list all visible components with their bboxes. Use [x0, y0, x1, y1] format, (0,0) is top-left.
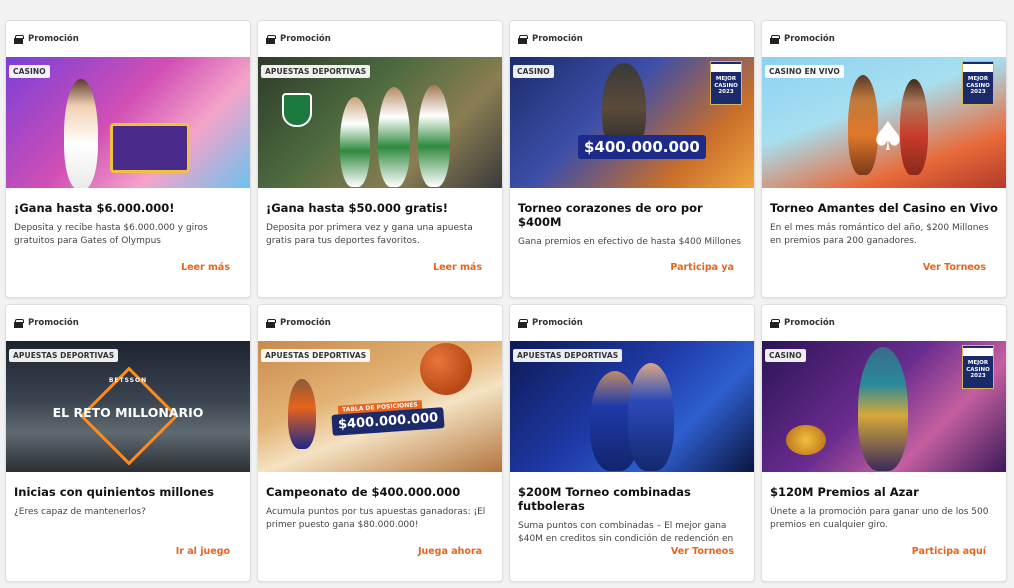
- gift-icon: [518, 318, 528, 328]
- card-description: ¿Eres capaz de mantenerlos?: [14, 506, 146, 517]
- card-description: Únete a la promoción para ganar uno de l…: [770, 506, 989, 531]
- promo-banner-image[interactable]: CASINO: [6, 57, 250, 188]
- card-header: Promoción: [762, 21, 1006, 57]
- award-badge: MEJOR CASINO 2023: [962, 345, 994, 389]
- promo-card[interactable]: Promoción ♠ MEJOR CASINO 2023 CASINO EN …: [761, 20, 1007, 298]
- gift-icon: [770, 318, 780, 328]
- participate-link[interactable]: Participa aquí: [912, 546, 986, 557]
- promo-card[interactable]: Promoción MEJOR CASINO 2023 CASINO $120M…: [761, 304, 1007, 582]
- hostess-figure: [64, 79, 98, 188]
- card-title: Torneo Amantes del Casino en Vivo: [770, 201, 998, 215]
- promo-label: Promoción: [280, 318, 331, 328]
- category-tag: APUESTAS DEPORTIVAS: [513, 349, 623, 362]
- card-header: Promoción: [510, 21, 754, 57]
- category-tag: CASINO: [9, 65, 50, 78]
- promo-banner-image[interactable]: $400.000.000 MEJOR CASINO 2023 CASINO: [510, 57, 754, 188]
- promo-banner-image[interactable]: APUESTAS DEPORTIVAS: [510, 341, 754, 472]
- award-badge: MEJOR CASINO 2023: [962, 61, 994, 105]
- banner-headline: EL RETO MILLONARIO: [52, 405, 204, 420]
- gift-icon: [518, 34, 528, 44]
- basketball-image: [420, 343, 472, 395]
- gift-icon: [14, 318, 24, 328]
- gift-icon: [266, 34, 276, 44]
- play-now-link[interactable]: Juega ahora: [418, 546, 482, 557]
- player-figure: [340, 97, 370, 187]
- category-tag: CASINO: [513, 65, 554, 78]
- participate-link[interactable]: Participa ya: [670, 262, 734, 273]
- card-title: Inicias con quinientos millones: [14, 485, 214, 499]
- gift-icon: [266, 318, 276, 328]
- promo-label: Promoción: [280, 34, 331, 44]
- card-header: Promoción: [258, 305, 502, 341]
- player-figure: [628, 363, 674, 471]
- promo-card[interactable]: Promoción CASINO ¡Gana hasta $6.000.000!…: [5, 20, 251, 298]
- card-header: Promoción: [762, 305, 1006, 341]
- category-tag: APUESTAS DEPORTIVAS: [261, 349, 371, 362]
- spade-icon: ♠: [870, 114, 906, 160]
- promo-label: Promoción: [532, 318, 583, 328]
- category-tag: CASINO EN VIVO: [765, 65, 844, 78]
- promo-banner-image[interactable]: ♠ MEJOR CASINO 2023 CASINO EN VIVO: [762, 57, 1006, 188]
- promo-card[interactable]: Promoción APUESTAS DEPORTIVAS $200M Torn…: [509, 304, 755, 582]
- view-tournaments-link[interactable]: Ver Torneos: [923, 262, 986, 273]
- gift-icon: [770, 34, 780, 44]
- promo-banner-image[interactable]: TABLA DE POSICIONES $400.000.000 APUESTA…: [258, 341, 502, 472]
- view-tournaments-link[interactable]: Ver Torneos: [671, 546, 734, 557]
- category-tag: APUESTAS DEPORTIVAS: [261, 65, 371, 78]
- promo-card[interactable]: Promoción TABLA DE POSICIONES $400.000.0…: [257, 304, 503, 582]
- promo-label: Promoción: [532, 34, 583, 44]
- category-tag: APUESTAS DEPORTIVAS: [9, 349, 119, 362]
- slot-machine-image: [110, 123, 190, 173]
- promo-card[interactable]: Promoción APUESTAS DEPORTIVAS ¡Gana hast…: [257, 20, 503, 298]
- promo-label: Promoción: [784, 318, 835, 328]
- card-header: Promoción: [510, 305, 754, 341]
- read-more-link[interactable]: Leer más: [181, 262, 230, 273]
- promo-label: Promoción: [28, 318, 79, 328]
- promo-card[interactable]: Promoción BETSSON EL RETO MILLONARIO APU…: [5, 304, 251, 582]
- card-header: Promoción: [258, 21, 502, 57]
- promo-label: Promoción: [784, 34, 835, 44]
- card-title: ¡Gana hasta $6.000.000!: [14, 201, 175, 215]
- treasure-image: [786, 425, 826, 455]
- banner-brand-text: BETSSON: [108, 377, 148, 384]
- promo-banner-image[interactable]: BETSSON EL RETO MILLONARIO APUESTAS DEPO…: [6, 341, 250, 472]
- award-badge: MEJOR CASINO 2023: [710, 61, 742, 105]
- card-title: $200M Torneo combinadas futboleras: [518, 485, 691, 513]
- go-to-game-link[interactable]: Ir al juego: [176, 546, 230, 557]
- read-more-link[interactable]: Leer más: [433, 262, 482, 273]
- player-figure: [378, 87, 410, 187]
- gift-icon: [14, 34, 24, 44]
- card-description: Deposita y recibe hasta $6.000.000 y gir…: [14, 222, 208, 247]
- card-description: En el mes más romántico del año, $200 Mi…: [770, 222, 989, 247]
- club-crest-icon: [282, 93, 312, 127]
- promo-card[interactable]: Promoción $400.000.000 MEJOR CASINO 2023…: [509, 20, 755, 298]
- player-figure: [288, 379, 316, 449]
- card-description: Deposita por primera vez y gana una apue…: [266, 222, 473, 247]
- card-title: Torneo corazones de oro por $400M: [518, 201, 703, 229]
- god-figure: [858, 347, 908, 471]
- card-header: Promoción: [6, 21, 250, 57]
- player-figure: [418, 85, 450, 187]
- card-header: Promoción: [6, 305, 250, 341]
- promo-banner-image[interactable]: APUESTAS DEPORTIVAS: [258, 57, 502, 188]
- promo-label: Promoción: [28, 34, 79, 44]
- category-tag: CASINO: [765, 349, 806, 362]
- card-title: $120M Premios al Azar: [770, 485, 919, 499]
- card-title: Campeonato de $400.000.000: [266, 485, 461, 499]
- prize-amount-banner: $400.000.000: [578, 135, 706, 159]
- promo-banner-image[interactable]: MEJOR CASINO 2023 CASINO: [762, 341, 1006, 472]
- card-title: ¡Gana hasta $50.000 gratis!: [266, 201, 449, 215]
- card-description: Acumula puntos por tus apuestas ganadora…: [266, 506, 486, 531]
